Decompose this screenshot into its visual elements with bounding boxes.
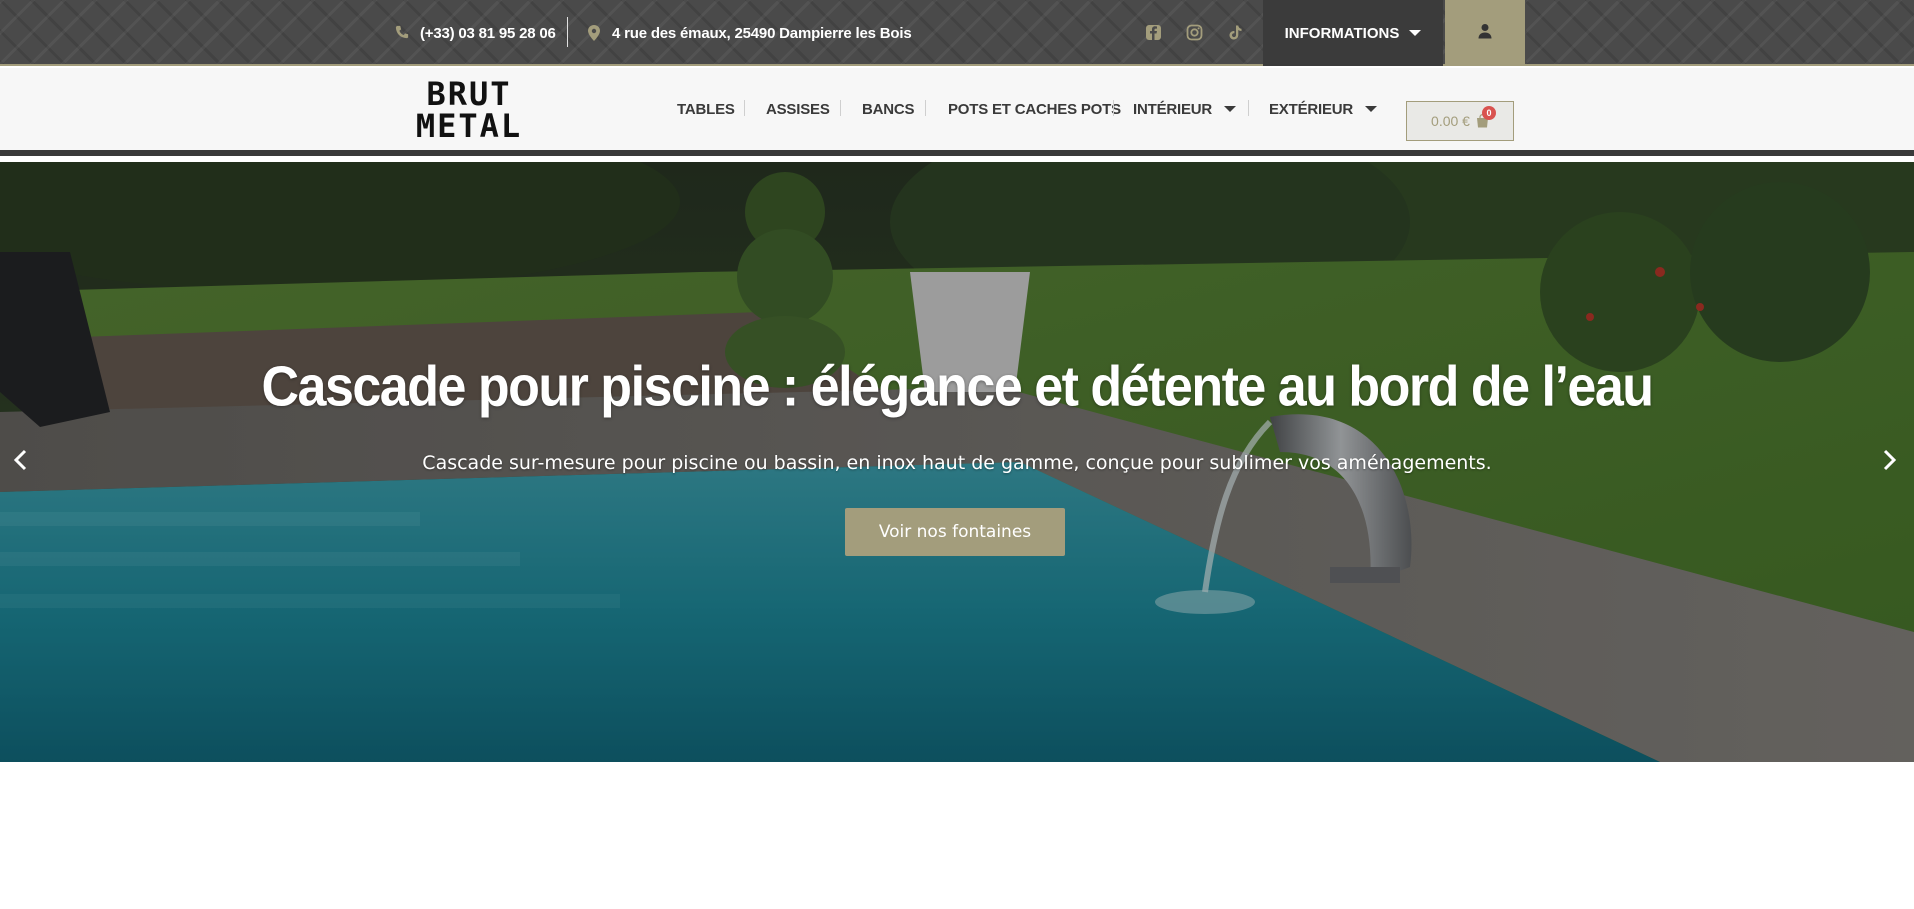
tiktok-icon[interactable] [1227, 24, 1244, 41]
caret-down-icon [1224, 106, 1237, 112]
phone-number: (+33) 03 81 95 28 06 [420, 24, 556, 42]
instagram-icon[interactable] [1186, 24, 1203, 41]
nav-item-interieur[interactable]: INTÉRIEUR [1133, 68, 1237, 150]
slider-next-arrow[interactable] [1878, 446, 1902, 478]
hero-slider: Cascade pour piscine : élégance et déten… [0, 162, 1914, 762]
page-content-area [0, 762, 1914, 909]
nav-item-assises[interactable]: ASSISES [766, 68, 830, 150]
nav-item-pots[interactable]: POTS ET CACHES POTS [948, 68, 1121, 150]
logo-line1: BRUT [426, 75, 512, 113]
voir-fontaines-button[interactable]: Voir nos fontaines [845, 508, 1065, 556]
facebook-icon[interactable] [1145, 24, 1162, 41]
nav-item-tables[interactable]: TABLES [677, 68, 735, 150]
nav-item-label: INTÉRIEUR [1133, 100, 1213, 118]
informations-menu[interactable]: INFORMATIONS [1263, 0, 1443, 66]
nav-item-label: BANCS [862, 100, 915, 118]
nav-divider [840, 100, 841, 116]
caret-down-icon [1409, 30, 1422, 36]
map-pin-icon [587, 25, 603, 41]
nav-item-bancs[interactable]: BANCS [862, 68, 915, 150]
slider-prev-arrow[interactable] [8, 446, 32, 478]
cart-count-badge: 0 [1482, 106, 1496, 120]
top-bar: (+33) 03 81 95 28 06 4 rue des émaux, 25… [0, 0, 1914, 66]
nav-item-exterieur[interactable]: EXTÉRIEUR [1269, 68, 1378, 150]
chevron-right-icon [1883, 449, 1897, 476]
nav-item-label: POTS ET CACHES POTS [948, 100, 1121, 118]
nav-divider [1113, 100, 1114, 116]
topbar-divider [567, 17, 568, 47]
nav-divider [925, 100, 926, 116]
address-text: 4 rue des émaux, 25490 Dampierre les Boi… [612, 24, 912, 42]
logo-line2: METAL [415, 107, 523, 145]
hero-subtitle: Cascade sur-mesure pour piscine ou bassi… [422, 452, 1492, 474]
address-link[interactable]: 4 rue des émaux, 25490 Dampierre les Boi… [587, 0, 912, 66]
user-icon [1477, 23, 1493, 44]
main-navigation: BRUT METAL TABLES ASSISES BANCS POTS ET … [0, 68, 1914, 156]
nav-item-label: EXTÉRIEUR [1269, 100, 1354, 118]
phone-icon [395, 25, 411, 41]
caret-down-icon [1365, 106, 1378, 112]
nav-divider [744, 100, 745, 116]
nav-item-label: TABLES [677, 100, 735, 118]
cart-total: 0.00 € [1431, 113, 1470, 129]
informations-label: INFORMATIONS [1284, 24, 1400, 42]
nav-divider [1248, 100, 1249, 116]
nav-item-label: ASSISES [766, 100, 830, 118]
cart-button[interactable]: 0.00 € 0 [1406, 101, 1514, 141]
chevron-left-icon [13, 449, 27, 476]
brand-logo[interactable]: BRUT METAL [403, 78, 535, 146]
account-button[interactable] [1445, 0, 1525, 66]
hero-title: Cascade pour piscine : élégance et déten… [261, 355, 1654, 419]
phone-link[interactable]: (+33) 03 81 95 28 06 [395, 0, 556, 66]
